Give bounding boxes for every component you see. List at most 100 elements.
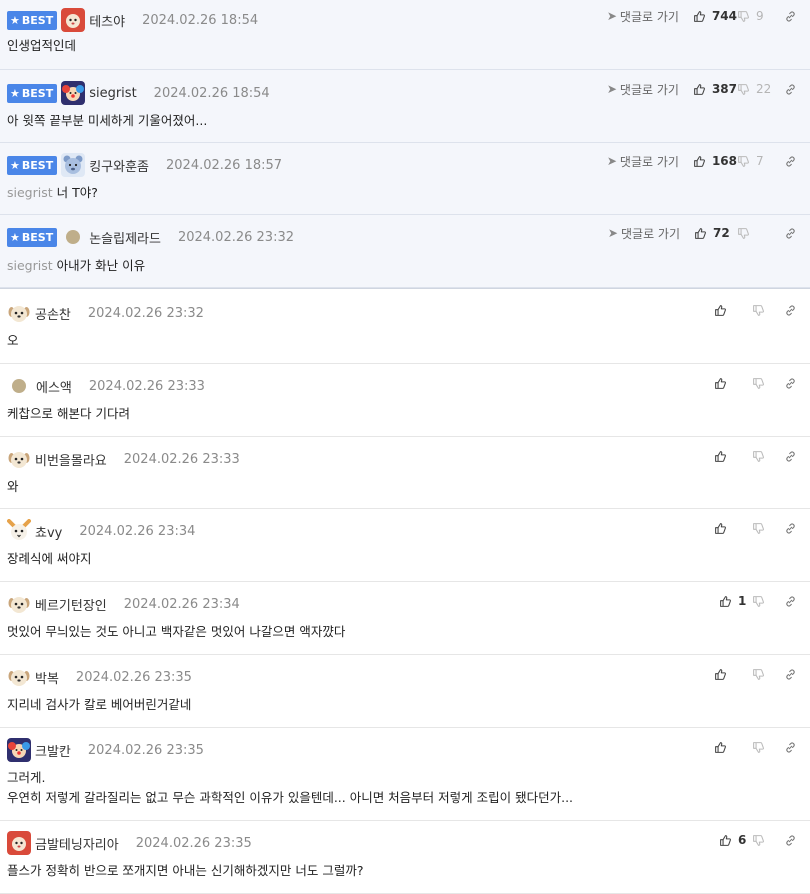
comment: 공손찬 2024.02.26 23:32 오 <box>0 291 810 364</box>
comment-actions: ➤ 댓글로 가기 744 9 <box>607 8 800 24</box>
nickname[interactable]: 박복 <box>35 668 59 687</box>
thumbs-down-icon[interactable] <box>752 520 768 536</box>
comment-actions: ➤ 댓글로 가기 72 <box>608 225 800 241</box>
comment-header: 베르기턴장인 2024.02.26 23:34 <box>7 592 240 616</box>
dog-avatar[interactable] <box>7 301 31 325</box>
thumbs-up-icon[interactable] <box>693 153 709 169</box>
send-arrow-icon: ➤ <box>607 226 618 240</box>
comment-date: 2024.02.26 23:33 <box>88 378 205 394</box>
comment-actions <box>714 666 800 682</box>
comment: 박복 2024.02.26 23:35 지리네 검사가 칼로 베어버린거같네 <box>0 655 810 728</box>
nickname[interactable]: 테츠야 <box>89 11 125 30</box>
downvote-count: 22 <box>756 82 772 96</box>
nickname[interactable]: siegrist <box>89 86 136 101</box>
goto-reply-link[interactable]: ➤ 댓글로 가기 <box>607 153 679 170</box>
link-icon[interactable] <box>784 225 800 241</box>
thumbs-down-icon[interactable] <box>752 302 768 318</box>
mention[interactable]: siegrist <box>7 258 53 273</box>
comment-date: 2024.02.26 18:54 <box>153 85 270 101</box>
nickname[interactable]: 비번을몰라요 <box>35 450 107 469</box>
comment: 금발테닝자리아 2024.02.26 23:35 플스가 정확히 반으로 쪼개지… <box>0 821 810 894</box>
thumbs-up-icon[interactable] <box>714 302 730 318</box>
thumbs-up-icon[interactable] <box>714 666 730 682</box>
comment-text: 그러게. 우연히 저렇게 갈라질리는 없고 무슨 과학적인 이유가 있을텐데...… <box>7 770 574 805</box>
nickname[interactable]: 논슬립제라드 <box>89 228 161 247</box>
nickname[interactable]: 쵸vy <box>35 522 62 541</box>
link-icon[interactable] <box>784 593 800 609</box>
upvote-count: 744 <box>711 9 737 23</box>
red-hood-avatar[interactable] <box>7 831 31 855</box>
link-icon[interactable] <box>784 153 800 169</box>
comment-header: ★ BEST 논슬립제라드 2024.02.26 23:32 <box>7 225 294 249</box>
thumbs-down-icon[interactable] <box>752 739 768 755</box>
dot-avatar[interactable] <box>12 379 26 393</box>
fox-avatar[interactable] <box>7 519 31 543</box>
mention[interactable]: siegrist <box>7 185 53 200</box>
thumbs-up-icon[interactable] <box>714 520 730 536</box>
thumbs-up-icon[interactable] <box>714 448 730 464</box>
link-icon[interactable] <box>784 448 800 464</box>
thumbs-up-icon[interactable] <box>719 832 735 848</box>
goto-reply-link[interactable]: ➤ 댓글로 가기 <box>607 8 679 25</box>
nickname[interactable]: 공손찬 <box>35 304 71 323</box>
nickname[interactable]: 에스액 <box>36 377 72 396</box>
blue-bear-avatar[interactable] <box>61 153 86 177</box>
downvote-count: 7 <box>756 154 764 168</box>
thumbs-up-icon[interactable] <box>693 81 709 97</box>
comment-date: 2024.02.26 23:32 <box>87 305 204 321</box>
link-icon[interactable] <box>784 520 800 536</box>
comment-header: ★ BEST siegrist 2024.02.26 18:54 <box>7 81 270 105</box>
comment-text: 오 <box>7 333 19 348</box>
dog-avatar[interactable] <box>7 447 31 471</box>
thumbs-up-icon[interactable] <box>693 8 709 24</box>
comment-header: 크발칸 2024.02.26 23:35 <box>7 738 204 762</box>
thumbs-down-icon[interactable] <box>752 832 768 848</box>
nickname[interactable]: 베르기턴장인 <box>35 595 107 614</box>
comment: 에스액 2024.02.26 23:33 케찹으로 해본다 기다려 <box>0 364 810 437</box>
best-comment: ★ BEST siegrist 2024.02.26 18:54 아 윗쪽 끝부분… <box>0 70 810 143</box>
thumbs-down-icon[interactable] <box>737 225 753 241</box>
thumbs-up-icon[interactable] <box>714 375 730 391</box>
comment-date: 2024.02.26 23:34 <box>79 523 196 539</box>
nickname[interactable]: 금발테닝자리아 <box>35 834 119 853</box>
link-icon[interactable] <box>784 666 800 682</box>
goto-reply-link[interactable]: ➤ 댓글로 가기 <box>607 81 679 98</box>
best-badge: ★ BEST <box>7 83 58 103</box>
link-icon[interactable] <box>784 832 800 848</box>
nickname[interactable]: 크발칸 <box>35 741 71 760</box>
thumbs-down-icon[interactable] <box>752 593 768 609</box>
link-icon[interactable] <box>784 375 800 391</box>
best-badge: ★ BEST <box>7 155 58 175</box>
link-icon[interactable] <box>784 81 800 97</box>
red-hood-avatar[interactable] <box>61 8 86 32</box>
thumbs-down-icon[interactable] <box>737 8 753 24</box>
send-arrow-icon: ➤ <box>606 154 617 168</box>
thumbs-down-icon[interactable] <box>752 448 768 464</box>
dot-avatar[interactable] <box>66 230 81 244</box>
comment-text: 장례식에 써야지 <box>7 551 92 566</box>
comment-text: siegrist 아내가 화난 이유 <box>7 258 146 273</box>
clown-avatar[interactable] <box>7 738 31 762</box>
best-badge: ★ BEST <box>7 10 58 30</box>
nickname[interactable]: 킹구와훈좀 <box>89 156 149 175</box>
link-icon[interactable] <box>784 739 800 755</box>
link-icon[interactable] <box>784 8 800 24</box>
comment-actions <box>714 448 800 464</box>
goto-reply-link[interactable]: ➤ 댓글로 가기 <box>608 225 680 242</box>
dog-avatar[interactable] <box>7 592 31 616</box>
thumbs-up-icon[interactable] <box>719 593 735 609</box>
thumbs-up-icon[interactable] <box>714 739 730 755</box>
comment-text: siegrist 너 T야? <box>7 185 98 200</box>
thumbs-down-icon[interactable] <box>737 153 753 169</box>
thumbs-down-icon[interactable] <box>752 666 768 682</box>
thumbs-down-icon[interactable] <box>737 81 753 97</box>
clown-avatar[interactable] <box>61 81 86 105</box>
link-icon[interactable] <box>784 302 800 318</box>
upvote-count: 1 <box>738 594 747 608</box>
thumbs-up-icon[interactable] <box>694 225 710 241</box>
dog-avatar[interactable] <box>7 665 31 689</box>
thumbs-down-icon[interactable] <box>752 375 768 391</box>
comment-text: 플스가 정확히 반으로 쪼개지면 아내는 신기해하겠지만 너도 그럴까? <box>7 863 364 878</box>
comment-header: 비번을몰라요 2024.02.26 23:33 <box>7 447 240 471</box>
star-icon: ★ <box>10 86 20 100</box>
